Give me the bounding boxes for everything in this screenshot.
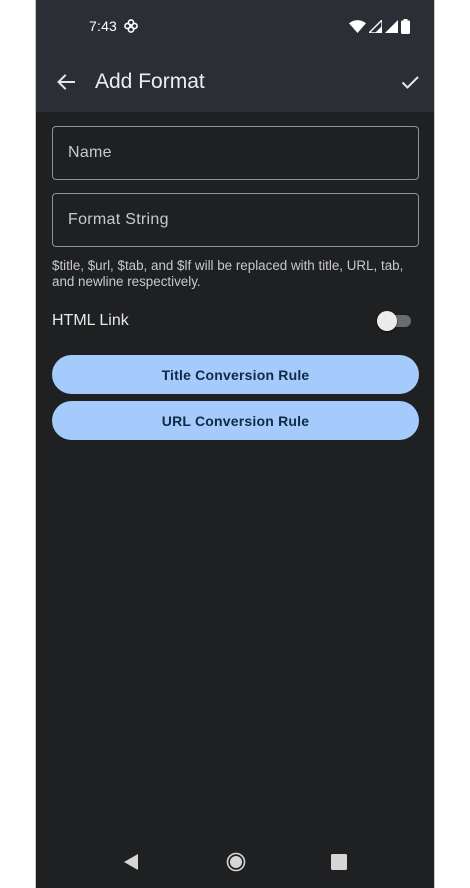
html-link-label: HTML Link — [52, 312, 129, 329]
nav-home-icon[interactable] — [226, 852, 246, 872]
status-time: 7:43 — [89, 18, 118, 34]
html-link-switch[interactable] — [377, 310, 411, 332]
app-bar: Add Format — [36, 52, 434, 112]
page-title: Add Format — [95, 70, 205, 93]
wifi-icon — [349, 19, 366, 33]
format-string-input[interactable] — [53, 194, 418, 246]
back-button[interactable] — [50, 66, 82, 98]
format-string-field[interactable] — [52, 193, 419, 247]
pinwheel-icon — [124, 19, 138, 33]
format-hint: $title, $url, $tab, and $lf will be repl… — [52, 258, 404, 289]
signal-icon — [385, 19, 398, 33]
nav-recents-icon[interactable] — [330, 853, 348, 871]
nav-back-icon[interactable] — [121, 852, 141, 872]
status-icons — [349, 17, 410, 35]
signal-icon — [369, 19, 382, 33]
check-icon — [401, 76, 419, 89]
name-field[interactable] — [52, 126, 419, 180]
switch-thumb — [377, 311, 397, 331]
arrow-back-icon — [57, 74, 75, 90]
name-input[interactable] — [53, 127, 418, 179]
url-conversion-rule-button[interactable]: URL Conversion Rule — [52, 401, 419, 440]
phone-screen: 7:43 Add Format Name Format String $titl… — [35, 0, 435, 888]
status-bar: 7:43 — [36, 0, 434, 52]
navigation-bar — [36, 836, 434, 888]
save-button[interactable] — [394, 66, 426, 98]
html-link-row: HTML Link — [52, 308, 412, 334]
title-conversion-rule-button[interactable]: Title Conversion Rule — [52, 355, 419, 394]
battery-icon — [401, 18, 410, 34]
